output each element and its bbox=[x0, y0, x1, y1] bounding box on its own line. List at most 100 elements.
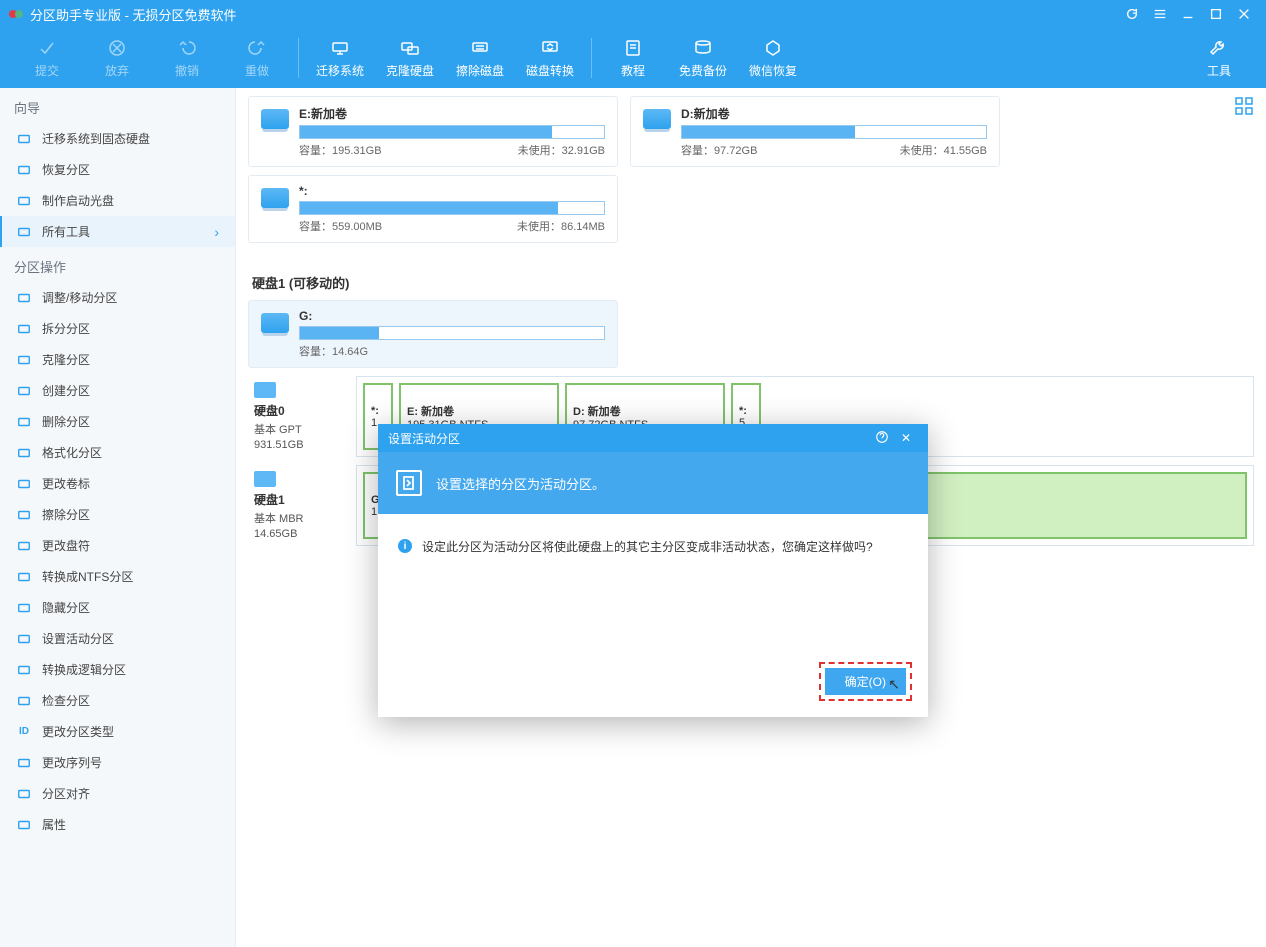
trash-icon bbox=[16, 414, 32, 430]
wechat-button[interactable]: 微信恢复 bbox=[738, 28, 808, 88]
tag-icon bbox=[16, 476, 32, 492]
window-title: 分区助手专业版 - 无损分区免费软件 bbox=[30, 5, 1118, 24]
usage-bar bbox=[681, 125, 987, 139]
ok-button[interactable]: 确定(O) bbox=[825, 668, 906, 695]
sidebar-item-align[interactable]: 分区对齐 bbox=[0, 778, 235, 809]
usage-bar bbox=[299, 201, 605, 215]
sidebar-item-check[interactable]: 检查分区 bbox=[0, 685, 235, 716]
free-label: 未使用：86.14MB bbox=[517, 218, 605, 234]
sidebar-item-letter[interactable]: 更改盘符 bbox=[0, 530, 235, 561]
sidebar-item-hide[interactable]: 隐藏分区 bbox=[0, 592, 235, 623]
check-icon bbox=[16, 693, 32, 709]
disk-info[interactable]: 硬盘0基本 GPT931.51GB bbox=[248, 376, 348, 457]
split-icon bbox=[16, 321, 32, 337]
dialog-close-button[interactable]: ✕ bbox=[894, 431, 918, 445]
sidebar-item-trash[interactable]: 删除分区 bbox=[0, 406, 235, 437]
resize-icon bbox=[16, 290, 32, 306]
sidebar-item-grid[interactable]: 所有工具› bbox=[0, 216, 235, 247]
sidebar-header-partition-ops: 分区操作 bbox=[0, 247, 235, 282]
minimize-button[interactable] bbox=[1174, 0, 1202, 28]
tutorial-button[interactable]: 教程 bbox=[598, 28, 668, 88]
logical-icon bbox=[16, 662, 32, 678]
title-bar: 分区助手专业版 - 无损分区免费软件 bbox=[0, 0, 1266, 28]
close-button[interactable] bbox=[1230, 0, 1258, 28]
hide-icon bbox=[16, 600, 32, 616]
pie-icon bbox=[16, 162, 32, 178]
maximize-button[interactable] bbox=[1202, 0, 1230, 28]
sidebar-item-format[interactable]: 格式化分区 bbox=[0, 437, 235, 468]
sidebar-item-tag[interactable]: 更改卷标 bbox=[0, 468, 235, 499]
dialog-help-button[interactable] bbox=[870, 430, 894, 447]
sidebar-item-logical[interactable]: 转换成逻辑分区 bbox=[0, 654, 235, 685]
dialog-title: 设置活动分区 bbox=[388, 430, 460, 447]
align-icon bbox=[16, 786, 32, 802]
dialog-titlebar: 设置活动分区 ✕ bbox=[378, 424, 928, 452]
view-mode-icon[interactable] bbox=[1234, 96, 1254, 116]
app-logo-icon bbox=[8, 6, 24, 22]
volume-card[interactable]: D:新加卷容量：97.72GB 未使用：41.55GB bbox=[630, 96, 1000, 167]
ok-highlight: 确定(O) ↖ bbox=[819, 662, 912, 701]
sidebar-item-id[interactable]: ID更改分区类型 bbox=[0, 716, 235, 747]
tools-button[interactable]: 工具 bbox=[1184, 28, 1254, 88]
volume-name: E:新加卷 bbox=[299, 105, 605, 122]
free-label: 未使用：41.55GB bbox=[900, 142, 987, 158]
id-icon: ID bbox=[16, 724, 32, 740]
usage-bar bbox=[299, 326, 605, 340]
wipe-button[interactable]: 擦除磁盘 bbox=[445, 28, 515, 88]
volume-name: *: bbox=[299, 184, 605, 198]
sidebar-item-split[interactable]: 拆分分区 bbox=[0, 313, 235, 344]
capacity-label: 容量：14.64G bbox=[299, 343, 368, 359]
commit-button[interactable]: 提交 bbox=[12, 28, 82, 88]
format-icon bbox=[16, 445, 32, 461]
backup-button[interactable]: 免费备份 bbox=[668, 28, 738, 88]
active-icon bbox=[16, 631, 32, 647]
sidebar-item-copy[interactable]: 克隆分区 bbox=[0, 344, 235, 375]
sidebar-item-resize[interactable]: 调整/移动分区 bbox=[0, 282, 235, 313]
plus-icon bbox=[16, 383, 32, 399]
active-partition-dialog: 设置活动分区 ✕ 设置选择的分区为活动分区。 i 设定此分区为活动分区将使此硬盘… bbox=[378, 424, 928, 717]
sidebar-item-erase[interactable]: 擦除分区 bbox=[0, 499, 235, 530]
sidebar-item-pie[interactable]: 恢复分区 bbox=[0, 154, 235, 185]
volume-card[interactable]: E:新加卷容量：195.31GB未使用：32.91GB bbox=[248, 96, 618, 167]
menu-button[interactable] bbox=[1146, 0, 1174, 28]
sidebar-item-serial[interactable]: 更改序列号 bbox=[0, 747, 235, 778]
sidebar: 向导 迁移系统到固态硬盘恢复分区制作启动光盘所有工具› 分区操作 调整/移动分区… bbox=[0, 88, 236, 947]
volume-card[interactable]: *: 容量：559.00MB 未使用：86.14MB bbox=[248, 175, 618, 243]
hdd-icon bbox=[16, 131, 32, 147]
capacity-label: 容量：97.72GB bbox=[681, 142, 757, 158]
discard-button[interactable]: 放弃 bbox=[82, 28, 152, 88]
migrate-button[interactable]: 迁移系统 bbox=[305, 28, 375, 88]
sidebar-item-active[interactable]: 设置活动分区 bbox=[0, 623, 235, 654]
prop-icon bbox=[16, 817, 32, 833]
disk-icon bbox=[254, 382, 276, 398]
sidebar-item-ntfs[interactable]: 转换成NTFS分区 bbox=[0, 561, 235, 592]
letter-icon bbox=[16, 538, 32, 554]
refresh-button[interactable] bbox=[1118, 0, 1146, 28]
sidebar-item-hdd[interactable]: 迁移系统到固态硬盘 bbox=[0, 123, 235, 154]
serial-icon bbox=[16, 755, 32, 771]
clone-button[interactable]: 克隆硬盘 bbox=[375, 28, 445, 88]
main-toolbar: 提交放弃撤销重做迁移系统克隆硬盘擦除磁盘磁盘转换教程免费备份微信恢复 工具 bbox=[0, 28, 1266, 88]
disk-info[interactable]: 硬盘1基本 MBR14.65GB bbox=[248, 465, 348, 546]
disk1-title: 硬盘1 (可移动的) bbox=[252, 273, 1250, 292]
drive-icon bbox=[261, 313, 289, 333]
volume-name: G: bbox=[299, 309, 605, 323]
undo-button[interactable]: 撤销 bbox=[152, 28, 222, 88]
capacity-label: 容量：195.31GB bbox=[299, 142, 382, 158]
sidebar-item-prop[interactable]: 属性 bbox=[0, 809, 235, 840]
volume-name: D:新加卷 bbox=[681, 105, 987, 122]
drive-icon bbox=[261, 188, 289, 208]
volume-card[interactable]: G: 容量：14.64G bbox=[248, 300, 618, 368]
erase-icon bbox=[16, 507, 32, 523]
sidebar-item-disc[interactable]: 制作启动光盘 bbox=[0, 185, 235, 216]
copy-icon bbox=[16, 352, 32, 368]
info-icon: i bbox=[398, 539, 412, 553]
dialog-banner-text: 设置选择的分区为活动分区。 bbox=[436, 474, 605, 493]
redo-button[interactable]: 重做 bbox=[222, 28, 292, 88]
drive-icon bbox=[261, 109, 289, 129]
convert-button[interactable]: 磁盘转换 bbox=[515, 28, 585, 88]
sidebar-item-plus[interactable]: 创建分区 bbox=[0, 375, 235, 406]
disc-icon bbox=[16, 193, 32, 209]
capacity-label: 容量：559.00MB bbox=[299, 218, 382, 234]
usage-bar bbox=[299, 125, 605, 139]
